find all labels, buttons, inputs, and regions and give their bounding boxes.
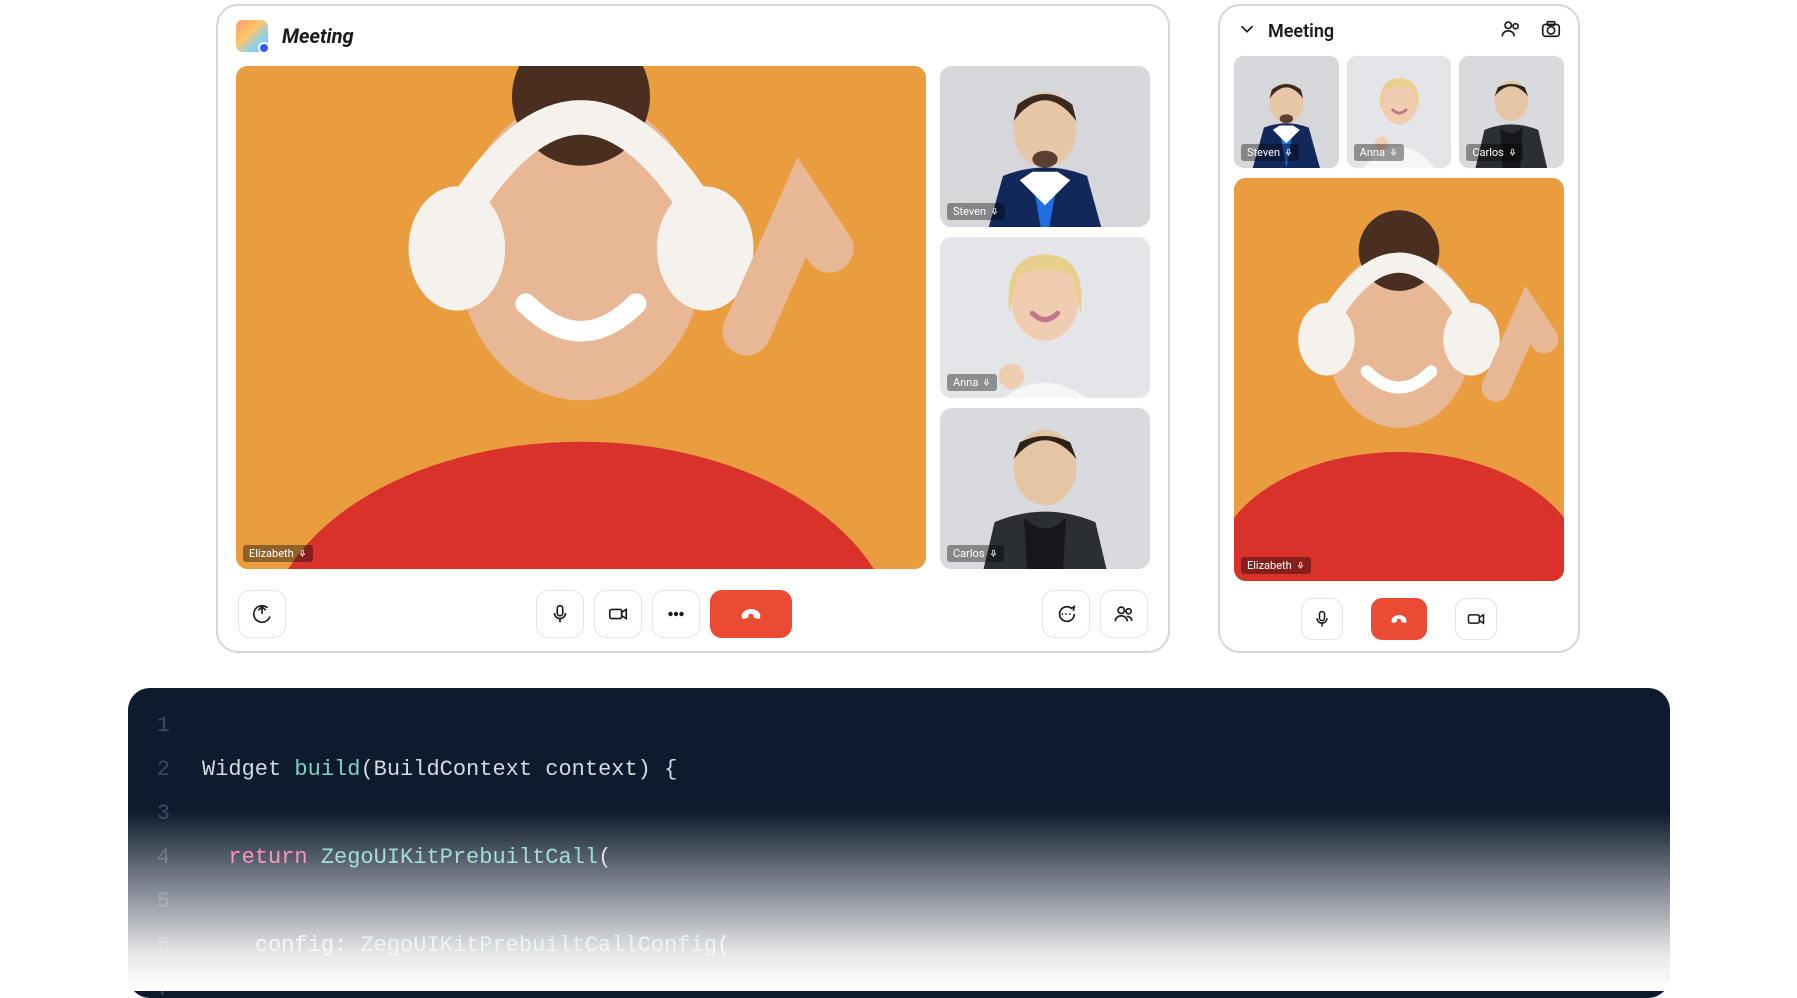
desktop-meeting-window: Meeting Elizabeth Steven Anna Carlos bbox=[216, 4, 1170, 653]
desktop-body: Elizabeth Steven Anna Carlos bbox=[218, 66, 1168, 577]
participant-thumb[interactable]: Anna bbox=[940, 237, 1150, 398]
participant-name-label: Anna bbox=[1360, 146, 1385, 159]
end-call-button[interactable] bbox=[1371, 598, 1427, 640]
mic-icon bbox=[1312, 609, 1332, 629]
participant-name-label: Carlos bbox=[953, 547, 985, 560]
desktop-header: Meeting bbox=[218, 6, 1168, 66]
participant-name-label: Elizabeth bbox=[1247, 559, 1292, 572]
participant-thumb[interactable]: Carlos bbox=[1459, 56, 1564, 168]
participant-thumb[interactable]: Steven bbox=[940, 66, 1150, 227]
code-snippet-panel: 1 2 3 4 5 6 7 Widget build(BuildContext … bbox=[128, 688, 1670, 998]
line-number: 1 bbox=[128, 704, 170, 748]
mic-status-icon bbox=[1284, 148, 1293, 157]
participant-name-tag: Elizabeth bbox=[1241, 557, 1311, 574]
participant-name-tag: Elizabeth bbox=[243, 545, 313, 562]
main-participant-video[interactable]: Elizabeth bbox=[236, 66, 926, 569]
mic-status-icon bbox=[982, 378, 991, 387]
participants-button[interactable] bbox=[1100, 590, 1148, 638]
person-illustration bbox=[1234, 178, 1564, 581]
participant-name-label: Anna bbox=[953, 376, 978, 389]
line-number: 6 bbox=[128, 924, 170, 968]
mic-status-icon bbox=[1508, 148, 1517, 157]
participant-name-tag: Anna bbox=[1354, 144, 1404, 161]
mobile-meeting-title: Meeting bbox=[1268, 21, 1334, 42]
participant-name-tag: Carlos bbox=[947, 545, 1004, 562]
participant-side-list: Steven Anna Carlos bbox=[940, 66, 1150, 569]
code-line: config: ZegoUIKitPrebuiltCallConfig( bbox=[202, 924, 1179, 968]
camera-icon bbox=[607, 603, 629, 625]
participants-icon bbox=[1113, 603, 1135, 625]
line-number: 4 bbox=[128, 836, 170, 880]
more-options-button[interactable] bbox=[652, 590, 700, 638]
hangup-icon bbox=[736, 599, 766, 629]
participant-name-tag: Steven bbox=[947, 203, 1005, 220]
camera-icon bbox=[1466, 609, 1486, 629]
mic-status-icon bbox=[989, 549, 998, 558]
mic-icon bbox=[549, 603, 571, 625]
mobile-meeting-window: Meeting Steven Anna Carlos Elizabeth bbox=[1218, 4, 1580, 653]
mic-toggle-button[interactable] bbox=[1301, 598, 1343, 640]
meeting-title: Meeting bbox=[282, 24, 354, 48]
code-gutter: 1 2 3 4 5 6 7 bbox=[128, 688, 182, 998]
participant-thumb[interactable]: Steven bbox=[1234, 56, 1339, 168]
end-call-button[interactable] bbox=[710, 590, 792, 638]
mobile-controls bbox=[1220, 587, 1578, 651]
chevron-down-icon[interactable] bbox=[1236, 18, 1258, 44]
participant-name-label: Carlos bbox=[1472, 146, 1504, 159]
camera-toggle-button[interactable] bbox=[1455, 598, 1497, 640]
participant-thumb[interactable]: Anna bbox=[1347, 56, 1452, 168]
participant-name-tag: Anna bbox=[947, 374, 997, 391]
participant-thumb[interactable]: Carlos bbox=[940, 408, 1150, 569]
share-button[interactable] bbox=[238, 590, 286, 638]
camera-toggle-button[interactable] bbox=[594, 590, 642, 638]
person-illustration bbox=[236, 66, 926, 569]
code-line: return ZegoUIKitPrebuiltCall( bbox=[202, 836, 1179, 880]
hangup-icon bbox=[1387, 607, 1411, 631]
chat-icon bbox=[1055, 603, 1077, 625]
chat-button[interactable] bbox=[1042, 590, 1090, 638]
mic-toggle-button[interactable] bbox=[536, 590, 584, 638]
mic-status-icon bbox=[1296, 561, 1305, 570]
participant-name-label: Steven bbox=[953, 205, 986, 218]
participant-name-tag: Steven bbox=[1241, 144, 1299, 161]
participant-name-label: Elizabeth bbox=[249, 547, 294, 560]
line-number: 3 bbox=[128, 792, 170, 836]
mic-status-icon bbox=[298, 549, 307, 558]
mobile-main-video[interactable]: Elizabeth bbox=[1234, 178, 1564, 581]
participant-name-tag: Carlos bbox=[1466, 144, 1523, 161]
app-icon bbox=[236, 20, 268, 52]
mic-status-icon bbox=[1389, 148, 1398, 157]
share-icon bbox=[251, 603, 273, 625]
line-number: 7 bbox=[128, 968, 170, 998]
camera-icon-button[interactable] bbox=[1540, 18, 1562, 44]
participant-name-label: Steven bbox=[1247, 146, 1280, 159]
mobile-thumb-row: Steven Anna Carlos bbox=[1234, 56, 1564, 168]
code-line: Widget build(BuildContext context) { bbox=[202, 748, 1179, 792]
line-number: 2 bbox=[128, 748, 170, 792]
participants-icon-button[interactable] bbox=[1500, 18, 1522, 44]
mobile-body: Steven Anna Carlos Elizabeth bbox=[1220, 56, 1578, 587]
desktop-controls bbox=[218, 577, 1168, 651]
more-icon bbox=[665, 603, 687, 625]
mic-status-icon bbox=[990, 207, 999, 216]
code-lines: Widget build(BuildContext context) { ret… bbox=[182, 688, 1179, 998]
mobile-header: Meeting bbox=[1220, 6, 1578, 56]
line-number: 5 bbox=[128, 880, 170, 924]
